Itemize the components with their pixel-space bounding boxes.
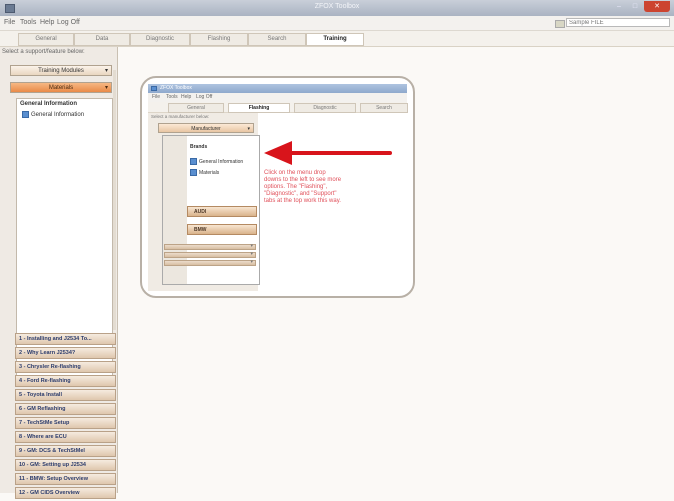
dropdown-brand: AUDI	[187, 206, 257, 217]
tab-training[interactable]: Training	[306, 33, 364, 46]
inset-tab-general: General	[168, 103, 224, 113]
dropdown-option: Materials	[190, 169, 219, 176]
tab-data[interactable]: Data	[74, 33, 130, 46]
course-item[interactable]: 10 - GM: Setting up J2534	[15, 459, 116, 471]
course-item[interactable]: 2 - Why Learn J2534?	[15, 347, 116, 359]
feature-dropdown-label: Training Modules	[38, 68, 84, 74]
menu-log-off[interactable]: Log Off	[57, 19, 80, 26]
inset-tab-search: Search	[360, 103, 408, 113]
manufacturer-dropdown-label: Materials	[48, 85, 74, 91]
minimize-button[interactable]: –	[612, 1, 626, 12]
manufacturer-dropdown[interactable]: Materials ▾	[10, 82, 112, 93]
tab-general[interactable]: General	[18, 33, 74, 46]
course-item[interactable]: 9 - GM: DCS & TechStMel	[15, 445, 116, 457]
course-item[interactable]: 6 - GM Reflashing	[15, 403, 116, 415]
sidebar-splitter[interactable]	[113, 70, 116, 330]
chevron-down-icon: ▾	[250, 259, 253, 265]
course-item[interactable]: 4 - Ford Re-flashing	[15, 375, 116, 387]
course-item[interactable]: 1 - Installing and J2534 To...	[15, 333, 116, 345]
chevron-down-icon: ▾	[104, 85, 108, 91]
inset-title-bar: ZFOX Toolbox	[148, 84, 407, 93]
inset-menu-log-off: Log Off	[196, 94, 213, 100]
inset-tab-diagnostic: Diagnostic	[294, 103, 356, 113]
tab-bar: General Data Diagnostic Flashing Search …	[0, 31, 674, 47]
dropdown-collapsed-bar: ▾	[164, 259, 256, 266]
inset-dropdown-list: Brands General Information Materials AUD…	[162, 135, 260, 285]
course-item[interactable]: 3 - Chrysler Re-flashing	[15, 361, 116, 373]
menu-help[interactable]: Help	[40, 19, 54, 26]
course-list: 1 - Installing and J2534 To... 2 - Why L…	[15, 333, 116, 501]
dropdown-brand: BMW	[187, 224, 257, 235]
close-button[interactable]: ✕	[644, 1, 670, 12]
inset-window-title: ZFOX Toolbox	[160, 85, 192, 91]
tree-heading: General Information	[20, 101, 78, 107]
document-icon	[190, 169, 197, 176]
inset-tab-flashing: Flashing	[228, 103, 290, 113]
course-item[interactable]: 8 - Where are ECU	[15, 431, 116, 443]
tutorial-image: ZFOX Toolbox File Tools Help Log Off Gen…	[140, 76, 415, 298]
tab-diagnostic[interactable]: Diagnostic	[130, 33, 190, 46]
dropdown-header: Brands	[190, 144, 208, 150]
dropdown-option: General Information	[190, 158, 243, 165]
tree-item-general-information[interactable]: General Information	[22, 111, 84, 118]
title-bar: ZFOX Toolbox – □ ✕	[0, 0, 674, 16]
inset-menu-file: File	[152, 94, 161, 100]
inset-select-label: Select a manufacturer below:	[151, 114, 210, 119]
dropdown-option-label: General Information	[199, 158, 244, 165]
inset-manufacturer-label: Manufacturer	[191, 126, 221, 132]
course-item[interactable]: 5 - Toyota Install	[15, 389, 116, 401]
tab-flashing[interactable]: Flashing	[190, 33, 248, 46]
course-item[interactable]: 12 - GM CIDS Overview	[15, 487, 116, 499]
inset-menu-bar: File Tools Help Log Off	[148, 93, 407, 102]
window-title: ZFOX Toolbox	[314, 3, 360, 10]
tab-search[interactable]: Search	[248, 33, 306, 46]
inset-sidebar: Select a manufacturer below: Manufacture…	[148, 113, 260, 291]
dropdown-collapsed-bar: ▾	[164, 251, 256, 258]
vin-field[interactable]	[566, 18, 670, 27]
instruction-text: Click on the menu drop downs to the left…	[264, 170, 342, 204]
inset-manufacturer-dropdown: Manufacturer ▾	[158, 123, 254, 133]
feature-dropdown[interactable]: Training Modules ▾	[10, 65, 112, 76]
tree-item-label: General Information	[31, 111, 85, 118]
document-icon	[22, 111, 29, 118]
chevron-down-icon: ▾	[250, 243, 253, 249]
vin-icon	[555, 20, 565, 28]
menu-tools[interactable]: Tools	[20, 19, 36, 26]
inset-menu-help: Help	[181, 94, 192, 100]
inset-menu-tools: Tools	[166, 94, 178, 100]
dropdown-collapsed-bar: ▾	[164, 243, 256, 250]
app-icon	[151, 86, 157, 91]
chevron-down-icon: ▾	[104, 68, 108, 74]
red-arrow-icon	[264, 141, 392, 165]
select-label: Select a support/feature below:	[2, 49, 85, 55]
window-controls: – □ ✕	[612, 1, 670, 14]
chevron-down-icon: ▾	[250, 251, 253, 257]
document-icon	[190, 158, 197, 165]
course-item[interactable]: 7 - TechStMe Setup	[15, 417, 116, 429]
menu-file[interactable]: File	[4, 19, 15, 26]
inset-tab-bar: General Flashing Diagnostic Search	[148, 102, 408, 113]
dropdown-option-label: Materials	[199, 169, 220, 176]
chevron-down-icon: ▾	[247, 126, 250, 132]
maximize-button[interactable]: □	[628, 1, 642, 12]
course-item[interactable]: 11 - BMW: Setup Overview	[15, 473, 116, 485]
